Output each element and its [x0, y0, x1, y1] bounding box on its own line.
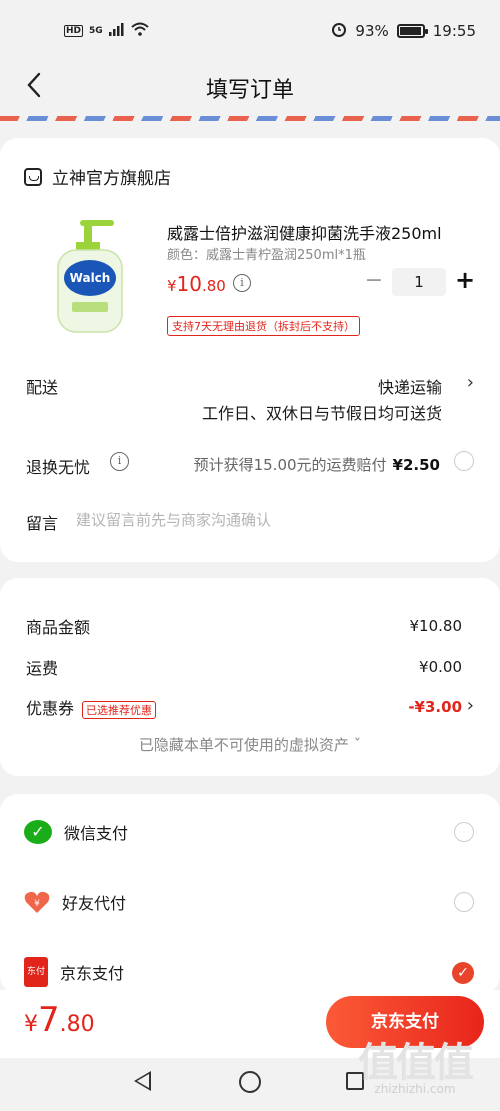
header: 填写订单 [0, 62, 500, 112]
nav-back-icon[interactable] [134, 1071, 151, 1091]
status-bar: HD 5G 93% 19:55 [0, 0, 500, 62]
quantity-value[interactable]: 1 [392, 268, 446, 296]
payment-label: 京东支付 [60, 964, 125, 983]
check-icon[interactable]: ✓ [452, 962, 474, 984]
nav-home-icon[interactable] [239, 1071, 261, 1093]
total-integer: 7 [38, 1000, 60, 1040]
battery-fill [399, 27, 421, 35]
delivery-note[interactable]: 工作日、双休日与节假日均可送货 [202, 400, 442, 424]
payment-radio[interactable] [454, 822, 474, 842]
shop-row[interactable]: 立神官方旗舰店 [24, 164, 171, 189]
shop-name: 立神官方旗舰店 [52, 169, 171, 189]
exchange-price: ¥2.50 [392, 456, 440, 474]
watermark: 值值值 zhizhizhi.com [340, 1030, 490, 1096]
quantity-minus-button[interactable]: − [364, 268, 384, 294]
wifi-icon [131, 22, 149, 39]
battery-percent: 93% [355, 22, 389, 40]
product-spec[interactable]: 颜色：威露士青柠盈润250ml*1瓶 [167, 244, 366, 263]
signal-icon [108, 22, 125, 39]
shipping-label: 运费 [26, 659, 59, 678]
coupon-row[interactable]: 优惠券 已选推荐优惠 -¥3.00 [26, 695, 462, 719]
exchange-description: 预计获得15.00元的运费赔付 [193, 456, 387, 474]
status-left: HD 5G [64, 22, 149, 39]
coupon-label: 优惠券 [26, 699, 75, 718]
price-info-icon[interactable]: i [233, 274, 251, 292]
page-title: 填写订单 [205, 78, 294, 103]
airmail-border [0, 116, 500, 121]
amount-card: 商品金额 ¥10.80 运费 ¥0.00 优惠券 已选推荐优惠 -¥3.00 › … [0, 578, 500, 776]
coupon-value: -¥3.00 [408, 698, 462, 716]
shipping-value: ¥0.00 [419, 658, 462, 676]
payment-option-wechat[interactable]: ✓ 微信支付 [24, 812, 476, 852]
coupon-tag: 已选推荐优惠 [82, 700, 157, 719]
payment-option-friend[interactable]: ¥ 好友代付 [24, 882, 476, 922]
payment-option-jd[interactable]: 东付 京东支付 ✓ [24, 952, 476, 992]
svg-text:¥: ¥ [34, 899, 40, 909]
jd-pay-icon: 东付 [24, 957, 48, 987]
exchange-label: 退换无忧 [26, 458, 91, 477]
exchange-info-icon[interactable]: i [110, 452, 129, 471]
payment-radio[interactable] [454, 892, 474, 912]
exchange-text: 预计获得15.00元的运费赔付 ¥2.50 [194, 454, 440, 475]
total-symbol: ¥ [24, 1012, 38, 1037]
network-label: 5G [89, 25, 103, 36]
remark-input[interactable] [76, 508, 456, 532]
shipping-row: 运费 ¥0.00 [26, 655, 462, 679]
product-brand: Walch [70, 271, 111, 285]
price-integer: 10 [176, 272, 202, 296]
chevron-right-icon[interactable]: › [467, 372, 474, 393]
battery-icon [396, 24, 428, 38]
clock: 19:55 [432, 22, 476, 40]
goods-amount-row: 商品金额 ¥10.80 [26, 614, 462, 638]
alarm-icon [331, 21, 347, 41]
order-card: 立神官方旗舰店 Walch 威露士倍护滋润健康抑菌洗手液250ml 颜色：威露士… [0, 138, 500, 562]
price-symbol: ¥ [167, 277, 177, 295]
payment-label: 微信支付 [64, 824, 129, 843]
shop-icon [24, 167, 42, 186]
goods-amount-label: 商品金额 [26, 618, 91, 637]
product-image[interactable]: Walch [50, 216, 130, 334]
hd-label: HD [64, 24, 84, 37]
delivery-label: 配送 [26, 378, 59, 397]
delivery-method[interactable]: 快递运输 [378, 374, 442, 398]
quantity-plus-button[interactable]: + [454, 266, 476, 294]
wechat-icon: ✓ [24, 820, 52, 844]
remark-label: 留言 [26, 514, 59, 533]
exchange-radio[interactable] [454, 451, 474, 471]
payment-card: ✓ 微信支付 ¥ 好友代付 东付 京东支付 ✓ [0, 794, 500, 994]
goods-amount-value: ¥10.80 [409, 617, 463, 635]
total-price: ¥ 7 .80 [24, 1000, 95, 1040]
payment-label: 好友代付 [62, 894, 127, 913]
hidden-assets-toggle[interactable]: 已隐藏本单不可使用的虚拟资产 ˇ [0, 734, 500, 755]
status-right: 93% 19:55 [331, 21, 476, 41]
product-title[interactable]: 威露士倍护滋润健康抑菌洗手液250ml [167, 220, 477, 244]
price-decimal: .80 [202, 277, 226, 295]
total-decimal: .80 [59, 1012, 95, 1037]
product-price: ¥ 10 .80 [167, 272, 226, 296]
friend-pay-icon: ¥ [24, 890, 50, 914]
watermark-text: 值值值 [358, 1040, 474, 1086]
chevron-right-icon[interactable]: › [467, 695, 474, 716]
return-policy-tag: 支持7天无理由退货（拆封后不支持） [167, 316, 360, 336]
